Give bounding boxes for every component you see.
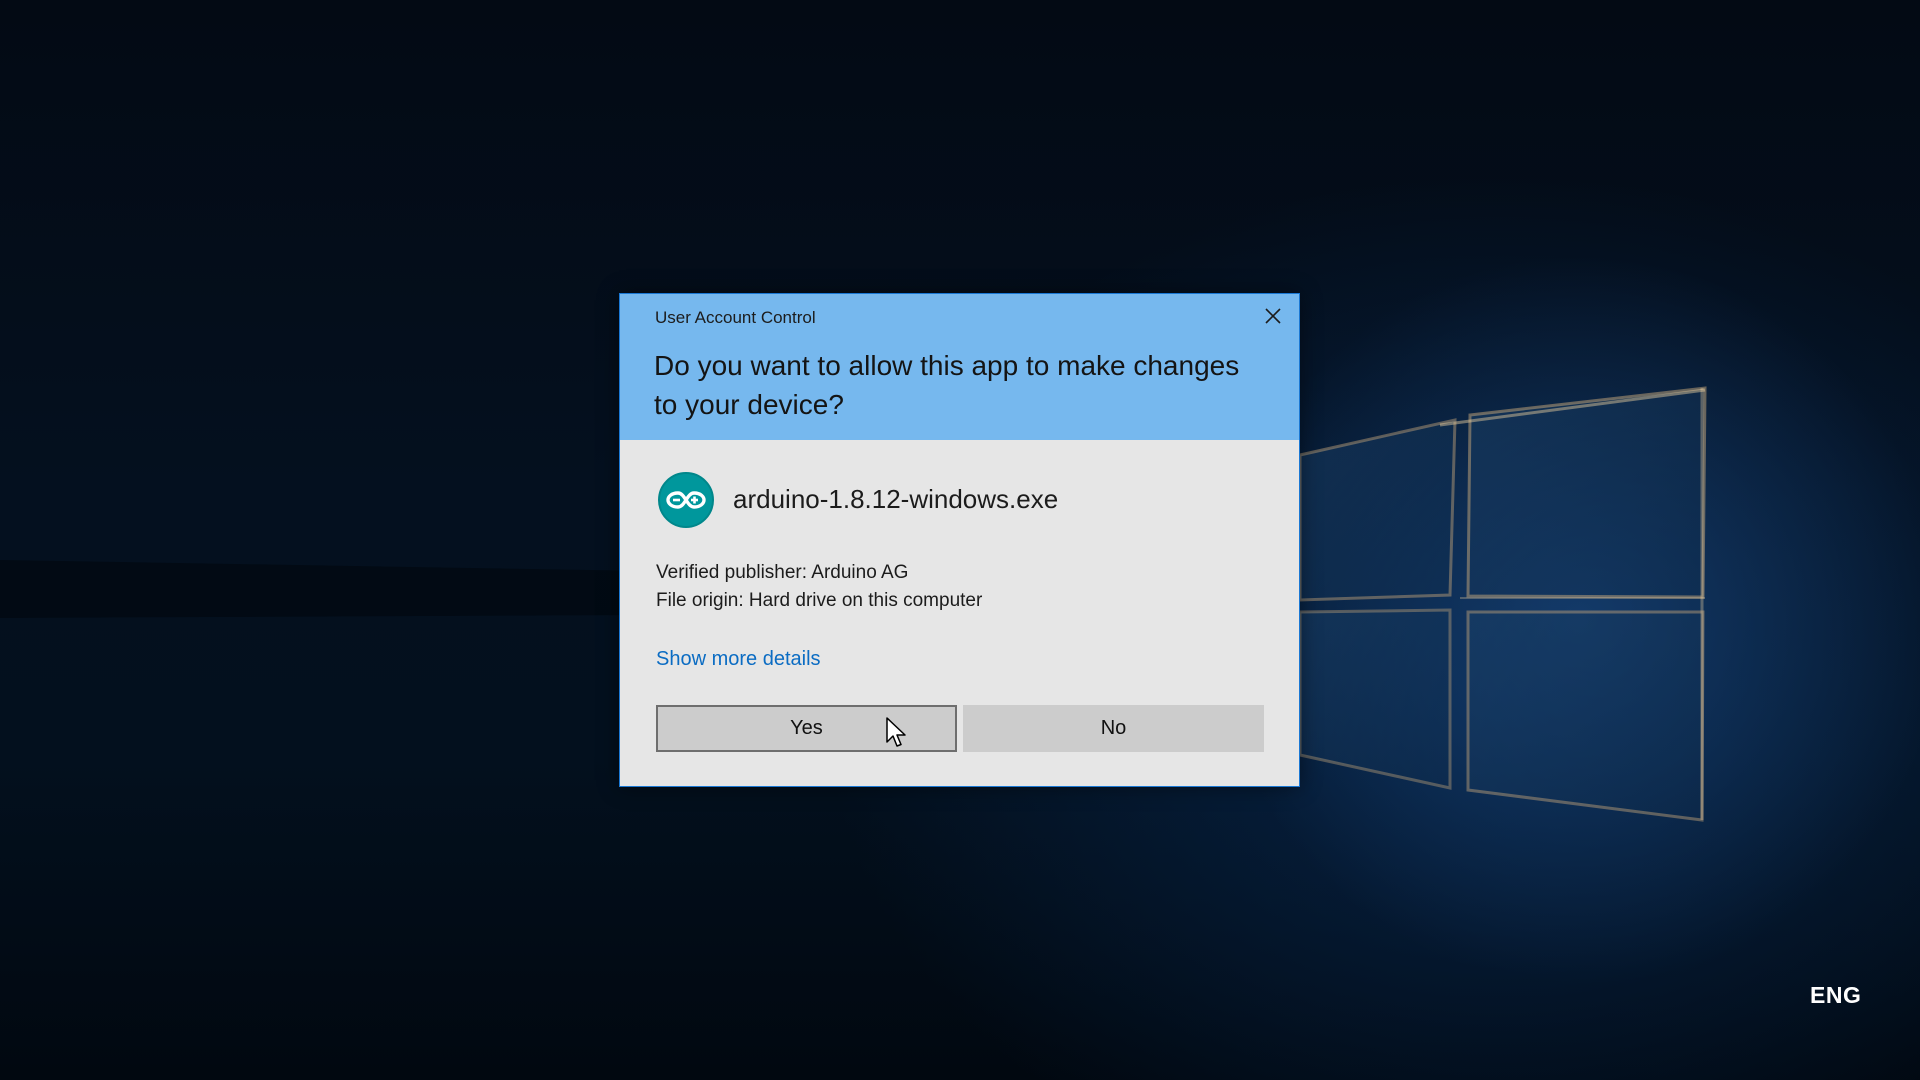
dialog-header: User Account Control Do you want to allo… xyxy=(620,294,1299,440)
mouse-pointer-icon xyxy=(886,717,906,747)
uac-dialog: User Account Control Do you want to allo… xyxy=(619,293,1300,787)
yes-button[interactable]: Yes xyxy=(656,705,957,752)
no-button[interactable]: No xyxy=(963,705,1264,752)
language-indicator[interactable]: ENG xyxy=(1810,982,1861,1009)
close-icon xyxy=(1265,308,1281,324)
uac-question: Do you want to allow this app to make ch… xyxy=(654,350,1240,420)
show-more-details-link[interactable]: Show more details xyxy=(656,648,821,671)
close-button[interactable] xyxy=(1260,307,1286,333)
app-name: arduino-1.8.12-windows.exe xyxy=(733,484,1059,514)
arduino-icon xyxy=(658,472,714,528)
dialog-title: User Account Control xyxy=(655,308,816,327)
file-origin-line: File origin: Hard drive on this computer xyxy=(656,590,983,611)
publisher-line: Verified publisher: Arduino AG xyxy=(656,562,909,583)
